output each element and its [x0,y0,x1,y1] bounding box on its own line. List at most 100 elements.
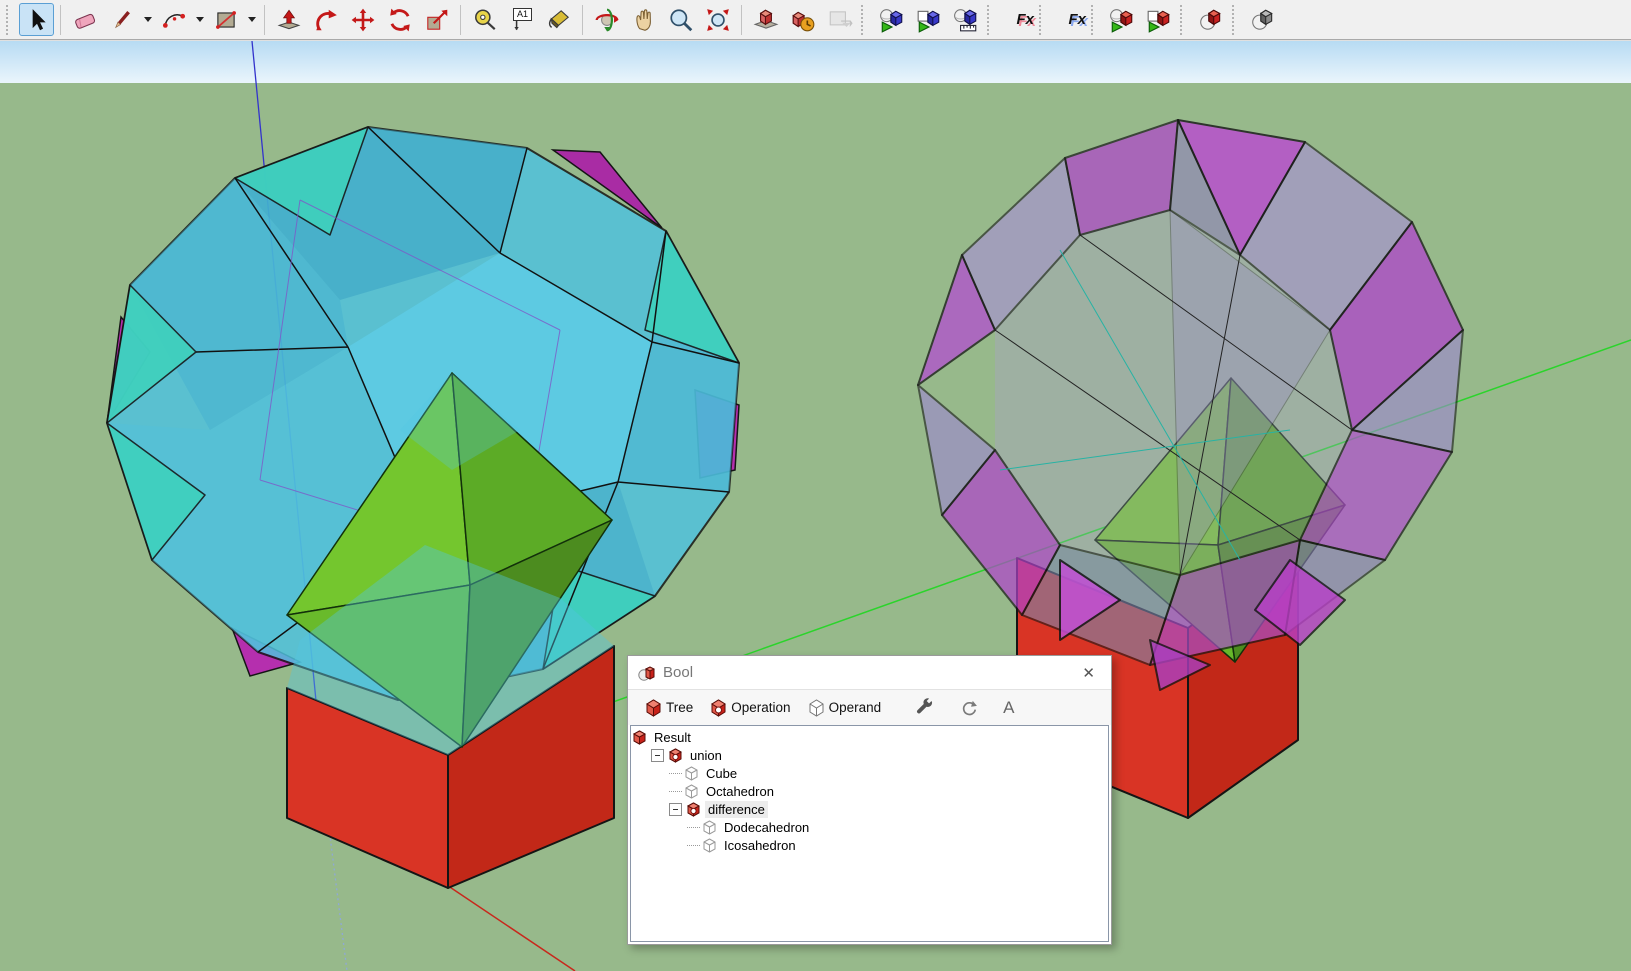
paint-bucket-icon [548,9,569,28]
toolbar-button-arc[interactable] [156,3,191,36]
bool-union-red-icon [1109,8,1133,33]
toolbar-button-followme[interactable] [308,3,343,36]
arc-icon [162,13,185,28]
tree-item-label: Octahedron [706,783,774,799]
zoom-extents-icon [706,8,729,31]
toolbar-button-bool-union-blue[interactable] [874,3,909,36]
line-dropdown-button[interactable] [140,3,155,36]
eraser-icon [74,13,95,29]
toolbar-button-bool-union-red[interactable] [1104,3,1139,36]
tree-item-result[interactable]: Result [631,728,1108,746]
toolbar-separator [60,4,61,35]
dialog-settings-button[interactable] [904,693,944,723]
toolbar-button-tape-measure[interactable] [467,3,502,36]
rotate-icon [389,8,410,31]
operation-cube-icon [687,801,700,817]
bool-dialog: Bool ✕ Tree Operation Operand A Result u… [627,655,1112,945]
toolbar-button-zoom-extents[interactable] [700,3,735,36]
tape-measure-icon [474,8,495,30]
dialog-title: Bool [663,664,694,681]
pushpull-icon [277,9,300,29]
orbit-icon [595,8,618,31]
toolbar-button-fx-blue[interactable]: Fx [1052,3,1087,36]
toolbar-button-zoom[interactable] [663,3,698,36]
shape-dropdown-button[interactable] [244,3,259,36]
toolbar-button-select[interactable] [19,3,54,36]
tree-item-octahedron[interactable]: Octahedron [631,782,1108,800]
toolbar-separator [460,4,461,35]
toolbar-separator [741,4,742,35]
line-icon [114,10,130,28]
toolbar-button-line[interactable] [104,3,139,36]
toolbar-button-bool-subtract-red[interactable] [1141,3,1176,36]
dialog-text-button[interactable]: A [994,693,1023,723]
toolbar-button-fx-red[interactable]: Fx [1000,3,1035,36]
toolbar-drag-handle[interactable] [861,4,870,35]
chevron-down-icon [195,17,204,22]
tree-item-difference[interactable]: difference [631,800,1108,818]
toolbar-button-paint-bucket[interactable] [541,3,576,36]
close-icon[interactable]: ✕ [1076,662,1101,684]
bool-tree-panel[interactable]: Result union Cube Octahedron difference Dodec… [630,725,1109,942]
shape-icon [215,10,236,29]
bool-dialog-toolbar: Tree Operation Operand A [628,689,1111,725]
toolbar-drag-handle[interactable] [1039,4,1048,35]
dialog-tree-button[interactable]: Tree [637,693,702,723]
tree-connector [669,772,682,774]
operand-button-icon [809,698,824,717]
toolbar-button-model-warehouse[interactable] [785,3,820,36]
dialog-operation-button[interactable]: Operation [702,693,799,723]
toolbar-drag-handle[interactable] [1180,4,1189,35]
toolbar-button-pushpull[interactable] [271,3,306,36]
toolbar-drag-handle[interactable] [1232,4,1241,35]
toolbar-button-bool-solid-gray[interactable] [1245,3,1280,36]
toolbar-button-orbit[interactable] [589,3,624,36]
toolbar-button-shape[interactable] [208,3,243,36]
tree-item-dodecahedron[interactable]: Dodecahedron [631,818,1108,836]
toolbar-button-model-info[interactable] [748,3,783,36]
toolbar-button-export[interactable] [822,3,857,36]
toolbar-button-bool-solid-red[interactable] [1193,3,1228,36]
result-cube-icon [633,729,646,745]
fx-blue-icon [1053,7,1068,33]
operand-button-label: Operand [828,700,882,715]
tree-collapse-icon[interactable] [669,802,682,816]
toolbar-button-eraser[interactable] [67,3,102,36]
tree-item-cube[interactable]: Cube [631,764,1108,782]
toolbar-button-bool-subtract-blue[interactable] [911,3,946,36]
tree-item-union[interactable]: union [631,746,1108,764]
model-warehouse-icon [791,11,814,31]
scale-icon [426,9,447,30]
tree-connector [687,844,700,846]
select-icon [32,8,46,30]
bool-dialog-titlebar[interactable]: Bool ✕ [628,656,1111,689]
toolbar-button-pan[interactable] [626,3,661,36]
fx-red-label: Fx [1016,11,1034,28]
toolbar-drag-handle[interactable] [6,4,15,35]
chevron-down-icon [247,17,256,22]
toolbar-drag-handle[interactable] [987,4,996,35]
tree-connector [669,790,682,792]
main-toolbar: A1 Fx Fx [0,0,1631,40]
text-button-label: A [1003,697,1015,717]
operand-cube-icon [685,765,698,781]
tree-collapse-icon[interactable] [651,748,664,762]
tree-item-label: Dodecahedron [724,819,810,835]
toolbar-button-bool-edit-blue[interactable] [948,3,983,36]
toolbar-button-move[interactable] [345,3,380,36]
toolbar-drag-handle[interactable] [1091,4,1100,35]
arc-dropdown-button[interactable] [192,3,207,36]
operation-button-label: Operation [731,700,791,715]
bool-solid-gray-icon [1251,9,1273,30]
toolbar-separator [264,4,265,35]
dialog-refresh-button[interactable] [950,693,988,723]
chevron-down-icon [143,17,152,22]
toolbar-button-rotate[interactable] [382,3,417,36]
toolbar-separator [582,4,583,35]
toolbar-button-text[interactable]: A1 [504,3,539,36]
toolbar-button-scale[interactable] [419,3,454,36]
operand-cube-icon [703,837,716,853]
followme-icon [315,9,337,30]
dialog-operand-button[interactable]: Operand [800,693,891,723]
tree-item-icosahedron[interactable]: Icosahedron [631,836,1108,854]
